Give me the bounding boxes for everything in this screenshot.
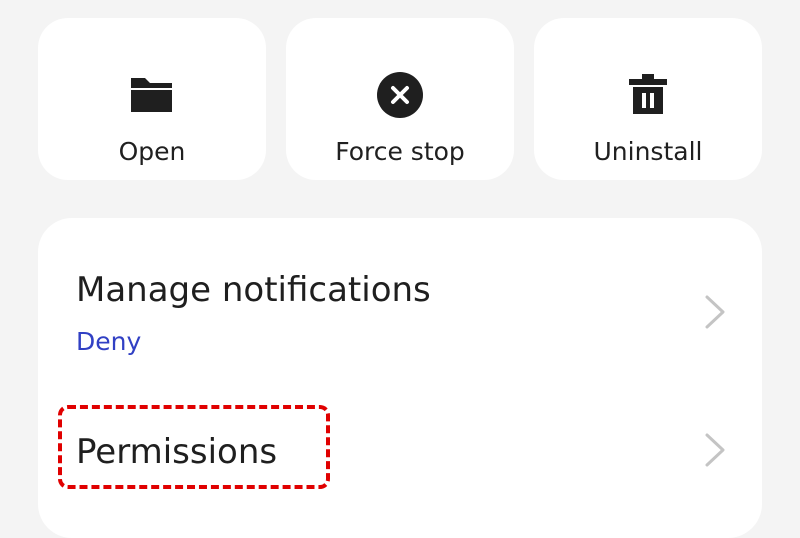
force-stop-label: Force stop — [335, 137, 465, 166]
uninstall-button[interactable]: Uninstall — [534, 18, 762, 180]
force-stop-button[interactable]: Force stop — [286, 18, 514, 180]
settings-card: Manage notifications Deny Permissions — [38, 218, 762, 538]
permissions-item[interactable]: Permissions — [38, 388, 762, 498]
chevron-right-icon — [702, 294, 728, 330]
folder-icon — [129, 72, 175, 118]
close-circle-icon — [377, 72, 423, 118]
chevron-right-icon — [702, 432, 728, 468]
permissions-title: Permissions — [76, 432, 278, 472]
trash-icon — [625, 72, 671, 118]
open-button[interactable]: Open — [38, 18, 266, 180]
manage-notifications-item[interactable]: Manage notifications Deny — [38, 218, 762, 380]
notifications-status: Deny — [76, 327, 142, 356]
manage-notifications-title: Manage notifications — [76, 270, 431, 310]
uninstall-label: Uninstall — [593, 137, 703, 166]
open-label: Open — [118, 137, 186, 166]
